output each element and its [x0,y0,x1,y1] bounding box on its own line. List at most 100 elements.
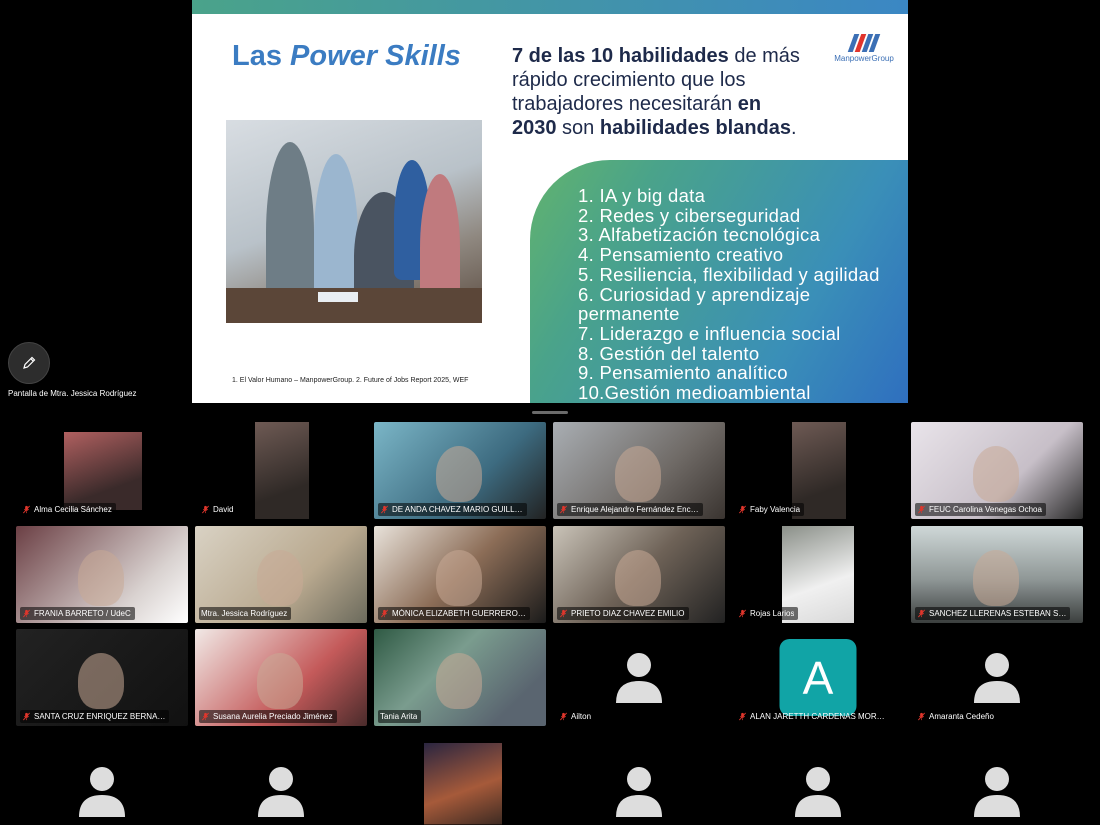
mic-muted-icon [918,609,925,618]
participant-tile[interactable]: FRANIA BARRETO / UdeC [16,526,188,623]
participant-name: Mtra. Jessica Rodríguez [201,609,288,618]
participant-tile[interactable]: A ALAN JARETTH CARDENAS MOR… [732,629,904,726]
participant-placeholder [732,743,904,825]
default-avatar-icon [79,767,125,817]
participant-name: David [213,505,234,514]
participant-tile[interactable]: SANCHEZ LLERENAS ESTEBAN S… [911,526,1083,623]
mic-muted-icon [560,505,567,514]
participant-name: DE ANDA CHAVEZ MARIO GUILL… [392,505,523,514]
slide-top-bar [192,0,908,14]
participant-tile[interactable]: Brissia Moreno [732,743,904,825]
participant-placeholder [16,743,188,825]
participant-name-label: David [199,503,238,516]
skill-item: 9. Pensamiento analítico [578,362,788,384]
participant-name-label: DE ANDA CHAVEZ MARIO GUILL… [378,503,527,516]
participant-tile[interactable]: PRIETO DIAZ CHAVEZ EMILIO [553,526,725,623]
mic-muted-icon [23,712,30,721]
participant-name-label: SANTA CRUZ ENRIQUEZ BERNA… [20,710,170,723]
participant-tile[interactable]: Mtra. Jessica Rodríguez [195,526,367,623]
participant-tile[interactable]: FEUC Carolina Venegas Ochoa [911,422,1083,519]
participant-name-label: Rojas Larios [736,607,799,620]
participant-name-label: MÓNICA ELIZABETH GUERRERO… [378,607,530,620]
slide-title: Las Power Skills [232,40,461,72]
mic-muted-icon [23,505,30,514]
default-avatar-icon [258,767,304,817]
participant-tile[interactable]: ARELLANO CALVA KAREN YANET [374,743,546,825]
participant-name: FEUC Carolina Venegas Ochoa [929,505,1042,514]
letter-avatar: A [779,639,857,716]
mic-muted-icon [918,712,925,721]
mic-muted-icon [381,609,388,618]
participant-name: SANTA CRUZ ENRIQUEZ BERNA… [34,712,166,721]
participant-tile[interactable]: Faby Valencia [732,422,904,519]
participant-name-label: Alma Cecilia Sánchez [20,503,116,516]
annotate-pen-button[interactable] [8,342,50,384]
participant-name: Rojas Larios [750,609,795,618]
shared-slide: Las Power Skills 7 de las 10 habilidades… [192,0,908,403]
resize-handle[interactable] [532,411,568,414]
participant-name: Amaranta Cedeño [929,712,994,721]
participant-name-label: FEUC Carolina Venegas Ochoa [915,503,1046,516]
participant-name: Susana Aurelia Preciado Jiménez [213,712,333,721]
participant-tile[interactable]: Rojas Larios [732,526,904,623]
mic-muted-icon [918,505,925,514]
mic-muted-icon [560,712,567,721]
participant-tile[interactable]: Enrique Alejandro Fernández Enc… [553,422,725,519]
participant-name: PRIETO DIAZ CHAVEZ EMILIO [571,609,685,618]
participant-name-label: PRIETO DIAZ CHAVEZ EMILIO [557,607,689,620]
skill-item: 10.Gestión medioambiental [578,382,811,403]
participant-tile[interactable]: David [195,422,367,519]
participant-tile[interactable]: SANTA CRUZ ENRIQUEZ BERNA… [16,629,188,726]
participant-name: Ailton [571,712,592,721]
slide-headline: 7 de las 10 habilidades de más rápido cr… [512,45,800,139]
skill-item: 2. Redes y ciberseguridad [578,204,801,226]
default-avatar-icon [974,767,1020,817]
participant-tile[interactable]: ANGELICA ALEJANDRA MARTINE… [195,743,367,825]
skill-item: 3. Alfabetización tecnológica [578,224,821,246]
participant-name-label: SANCHEZ LLERENAS ESTEBAN S… [915,607,1071,620]
skill-item: 1. IA y big data [578,185,706,206]
participant-name-label: ALAN JARETTH CARDENAS MOR… [736,710,889,723]
participant-name-label: Enrique Alejandro Fernández Enc… [557,503,703,516]
participant-tile[interactable]: CALIOPE MENDOZA LLAMAS [911,743,1083,825]
default-avatar-icon [616,653,662,703]
participant-video [374,743,546,825]
participant-tile[interactable]: Brenda Arellano Silva [553,743,725,825]
mic-muted-icon [739,505,746,514]
participant-tile[interactable]: Tania Arita [374,629,546,726]
skill-item: 7. Liderazgo e influencia social [578,322,841,344]
slide-title-emphasis: Power Skills [290,40,461,72]
skills-list: 1. IA y big data 2. Redes y cibersegurid… [578,186,908,403]
mic-muted-icon [560,609,567,618]
participant-name: Alma Cecilia Sánchez [34,505,112,514]
skill-item: 8. Gestión del talento [578,342,760,364]
participant-tile[interactable]: Amaranta Cedeño [911,629,1083,726]
skill-item: 5. Resiliencia, flexibilidad y agilidad [578,263,880,285]
participant-tile[interactable]: Ailton [553,629,725,726]
participant-placeholder [553,743,725,825]
screen-share-label: Pantalla de Mtra. Jessica Rodríguez [8,389,137,398]
participant-name: Enrique Alejandro Fernández Enc… [571,505,699,514]
participant-name: ALAN JARETTH CARDENAS MOR… [750,712,885,721]
participant-tile[interactable]: América Fernanda Laureano López [16,743,188,825]
mic-muted-icon [23,609,30,618]
manpowergroup-logo: ManpowerGroup [833,32,895,63]
default-avatar-icon [616,767,662,817]
default-avatar-icon [795,767,841,817]
slide-team-photo [226,120,482,323]
participant-name: Faby Valencia [750,505,801,514]
participant-tile[interactable]: MÓNICA ELIZABETH GUERRERO… [374,526,546,623]
mic-muted-icon [202,505,209,514]
participant-name: SANCHEZ LLERENAS ESTEBAN S… [929,609,1067,618]
skill-item: 6. Curiosidad y aprendizaje permanente [578,283,811,325]
participant-tile[interactable]: Alma Cecilia Sánchez [16,422,188,519]
mic-muted-icon [202,712,209,721]
participant-tile[interactable]: DE ANDA CHAVEZ MARIO GUILL… [374,422,546,519]
participant-name: FRANIA BARRETO / UdeC [34,609,131,618]
participant-tile[interactable]: Susana Aurelia Preciado Jiménez [195,629,367,726]
participant-name-label: Mtra. Jessica Rodríguez [199,607,292,620]
pencil-icon [23,356,36,369]
participant-name-label: Amaranta Cedeño [915,710,998,723]
participant-name: Tania Arita [380,712,418,721]
meeting-window: Las Power Skills 7 de las 10 habilidades… [0,0,1100,825]
